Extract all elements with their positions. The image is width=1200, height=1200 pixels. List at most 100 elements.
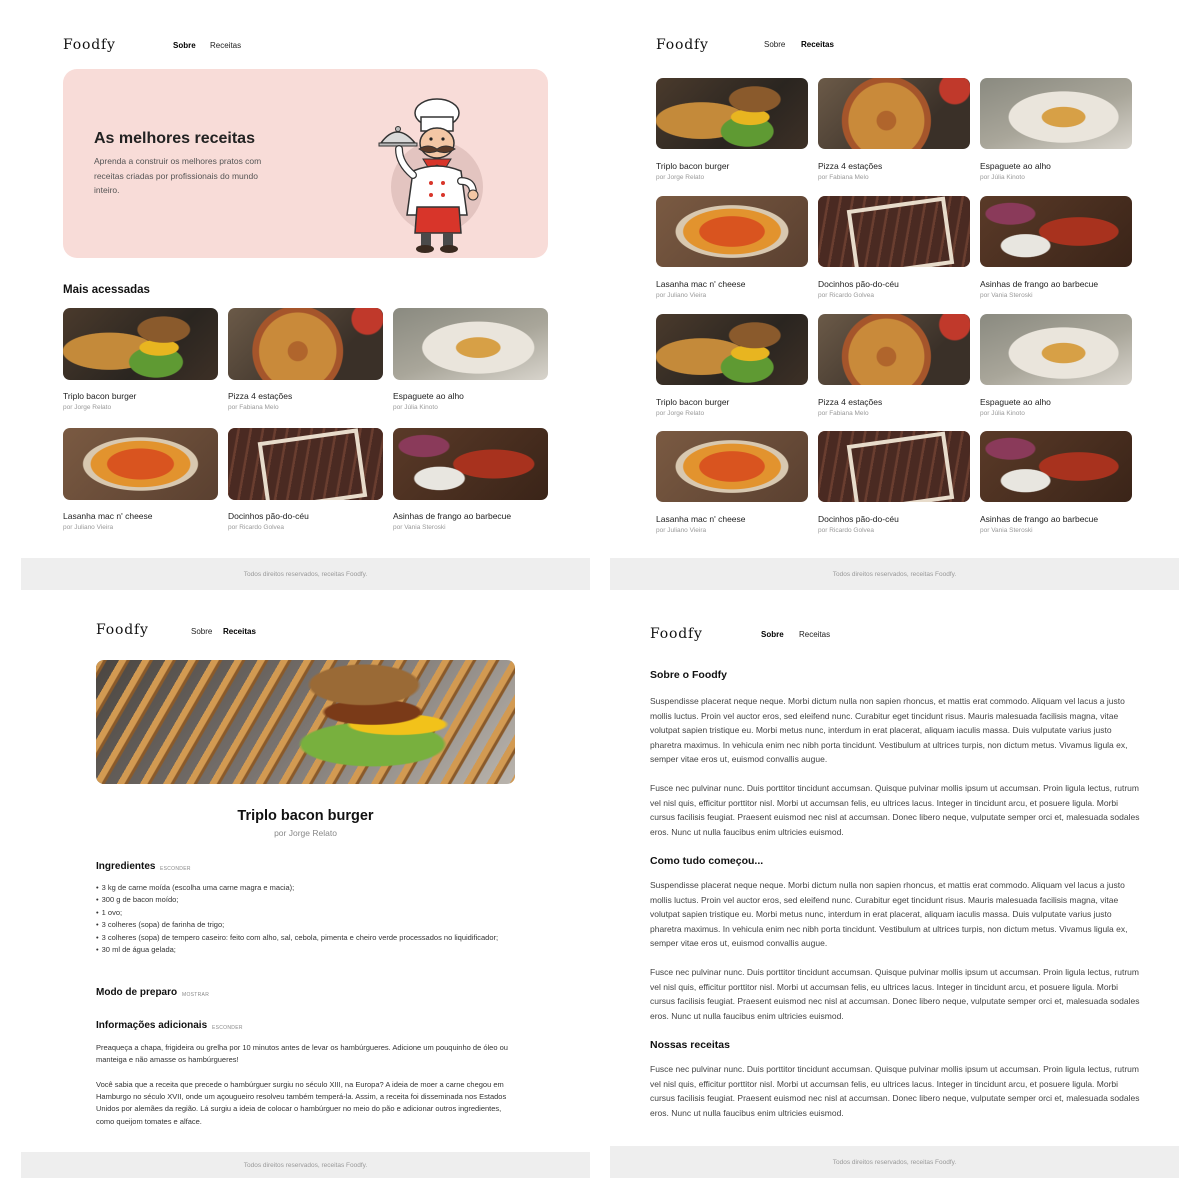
hero-title: As melhores receitas bbox=[94, 130, 255, 147]
preparation-toggle[interactable]: MOSTRAR bbox=[182, 992, 209, 998]
list-item: 30 ml de água gelada; bbox=[96, 944, 506, 956]
recipe-title: Pizza 4 estações bbox=[818, 397, 883, 407]
recipe-author: por Jorge Relato bbox=[274, 828, 337, 838]
recipe-title: Asinhas de frango ao barbecue bbox=[393, 511, 512, 521]
recipe-title: Asinhas de frango ao barbecue bbox=[980, 514, 1099, 524]
recipe-author: por Fabiana Melo bbox=[818, 410, 869, 417]
recipe-card[interactable]: Triplo bacon burger por Jorge Relato bbox=[656, 314, 808, 417]
about-page: Foodfy Sobre Receitas Sobre o Foodfy Sus… bbox=[610, 610, 1179, 1178]
preparation-heading: Modo de preparo bbox=[96, 987, 178, 998]
recipe-card[interactable]: Triplo bacon burger por Jorge Relato bbox=[63, 308, 218, 411]
our-recipes-paragraph: Fusce nec pulvinar nunc. Duis porttitor … bbox=[650, 1064, 1140, 1118]
recipe-author: por Vania Steroski bbox=[393, 524, 446, 531]
recipe-author: por Vania Steroski bbox=[980, 527, 1033, 534]
ingredients-list: 3 kg de carne moída (escolha uma carne m… bbox=[96, 882, 506, 956]
recipe-author: por Jorge Relato bbox=[63, 404, 112, 411]
recipe-image bbox=[393, 308, 548, 380]
footer: Todos direitos reservados, receitas Food… bbox=[610, 1146, 1179, 1178]
recipe-image bbox=[818, 196, 970, 267]
history-paragraph: Fusce nec pulvinar nunc. Duis porttitor … bbox=[650, 967, 1140, 1021]
recipe-card[interactable]: Lasanha mac n' cheese por Juliano Vieira bbox=[656, 196, 808, 299]
recipe-image bbox=[980, 78, 1132, 149]
recipe-card[interactable]: Asinhas de frango ao barbecue por Vania … bbox=[393, 428, 548, 531]
nav-recipes-link[interactable]: Receitas bbox=[223, 627, 256, 636]
recipe-author: por Fabiana Melo bbox=[228, 404, 279, 411]
recipe-author: por Júlia Kinoto bbox=[980, 410, 1025, 417]
recipe-card[interactable]: Docinhos pão-do-céu por Ricardo Golvea bbox=[228, 428, 383, 531]
about-heading: Sobre o Foodfy bbox=[650, 669, 727, 681]
ingredients-heading: Ingredientes bbox=[96, 861, 156, 872]
recipe-author: por Ricardo Golvea bbox=[818, 292, 874, 299]
recipe-card[interactable]: Triplo bacon burger por Jorge Relato bbox=[656, 78, 808, 181]
recipe-image bbox=[656, 431, 808, 502]
footer: Todos direitos reservados, receitas Food… bbox=[610, 558, 1179, 590]
recipe-author: por Vania Steroski bbox=[980, 292, 1033, 299]
about-paragraph: Fusce nec pulvinar nunc. Duis porttitor … bbox=[650, 783, 1140, 837]
recipe-card[interactable]: Lasanha mac n' cheese por Juliano Vieira bbox=[63, 428, 218, 531]
nav-recipes-link[interactable]: Receitas bbox=[799, 630, 830, 639]
nav-about-link[interactable]: Sobre bbox=[191, 627, 212, 636]
recipe-card[interactable]: Espaguete ao alho por Júlia Kinoto bbox=[393, 308, 548, 411]
logo[interactable]: Foodfy bbox=[656, 37, 709, 53]
additional-info-heading: Informações adicionais bbox=[96, 1020, 208, 1031]
logo[interactable]: Foodfy bbox=[63, 37, 116, 53]
history-paragraph: Suspendisse placerat neque neque. Morbi … bbox=[650, 880, 1128, 949]
recipe-author: por Juliano Vieira bbox=[63, 524, 114, 531]
recipe-card[interactable]: Pizza 4 estações por Fabiana Melo bbox=[228, 308, 383, 411]
list-item: 3 colheres (sopa) de farinha de trigo; bbox=[96, 919, 506, 931]
logo[interactable]: Foodfy bbox=[650, 626, 703, 642]
recipe-image bbox=[656, 196, 808, 267]
recipe-detail-page: Foodfy Sobre Receitas Triplo bacon burge… bbox=[21, 610, 590, 1178]
recipe-author: por Júlia Kinoto bbox=[980, 174, 1025, 181]
nav-recipes-link[interactable]: Receitas bbox=[210, 41, 241, 50]
chef-illustration bbox=[378, 98, 483, 253]
recipe-card[interactable]: Asinhas de frango ao barbecue por Vania … bbox=[980, 431, 1132, 534]
list-item: 3 kg de carne moída (escolha uma carne m… bbox=[96, 882, 506, 894]
recipe-title: Docinhos pão-do-céu bbox=[818, 279, 899, 289]
recipe-title: Pizza 4 estações bbox=[818, 161, 883, 171]
recipe-title: Triplo bacon burger bbox=[656, 161, 730, 171]
nav-about-link[interactable]: Sobre bbox=[764, 40, 785, 49]
recipe-card[interactable]: Lasanha mac n' cheese por Juliano Vieira bbox=[656, 431, 808, 534]
recipe-author: por Juliano Vieira bbox=[656, 527, 707, 534]
recipe-author: por Ricardo Golvea bbox=[228, 524, 284, 531]
nav-recipes-link[interactable]: Receitas bbox=[801, 40, 834, 49]
hero-text: Aprenda a construir os melhores pratos c… bbox=[94, 156, 262, 195]
recipe-image bbox=[63, 428, 218, 500]
recipe-card[interactable]: Docinhos pão-do-céu por Ricardo Golvea bbox=[818, 196, 970, 299]
recipe-image bbox=[228, 308, 383, 380]
recipe-image bbox=[980, 314, 1132, 385]
recipe-author: por Juliano Vieira bbox=[656, 292, 707, 299]
recipe-card[interactable]: Docinhos pão-do-céu por Ricardo Golvea bbox=[818, 431, 970, 534]
recipe-title: Lasanha mac n' cheese bbox=[656, 514, 746, 524]
recipe-title: Espaguete ao alho bbox=[980, 397, 1051, 407]
recipe-image bbox=[63, 308, 218, 380]
home-page: Foodfy Sobre Receitas As melhores receit… bbox=[21, 22, 590, 590]
recipe-title: Docinhos pão-do-céu bbox=[818, 514, 899, 524]
recipe-title: Lasanha mac n' cheese bbox=[656, 279, 746, 289]
recipe-title: Triplo bacon burger bbox=[63, 391, 137, 401]
hero-banner: As melhores receitas Aprenda a construir… bbox=[63, 69, 548, 258]
recipe-title: Espaguete ao alho bbox=[980, 161, 1051, 171]
nav-about-link[interactable]: Sobre bbox=[761, 630, 784, 639]
section-title-most-accessed: Mais acessadas bbox=[63, 284, 150, 296]
recipe-author: por Júlia Kinoto bbox=[393, 404, 438, 411]
recipe-card[interactable]: Espaguete ao alho por Júlia Kinoto bbox=[980, 78, 1132, 181]
recipe-image bbox=[980, 196, 1132, 267]
about-paragraph: Suspendisse placerat neque neque. Morbi … bbox=[650, 696, 1128, 765]
additional-info-paragraph: Você sabia que a receita que precede o h… bbox=[96, 1080, 507, 1126]
recipe-image bbox=[818, 78, 970, 149]
list-item: 300 g de bacon moído; bbox=[96, 894, 506, 906]
recipe-author: por Fabiana Melo bbox=[818, 174, 869, 181]
recipe-title: Asinhas de frango ao barbecue bbox=[980, 279, 1099, 289]
recipe-card[interactable]: Espaguete ao alho por Júlia Kinoto bbox=[980, 314, 1132, 417]
recipe-card[interactable]: Pizza 4 estações por Fabiana Melo bbox=[818, 314, 970, 417]
recipe-author: por Jorge Relato bbox=[656, 410, 705, 417]
nav-about-link[interactable]: Sobre bbox=[173, 41, 196, 50]
recipe-card[interactable]: Pizza 4 estações por Fabiana Melo bbox=[818, 78, 970, 181]
additional-info-toggle[interactable]: ESCONDER bbox=[212, 1025, 243, 1031]
recipe-card[interactable]: Asinhas de frango ao barbecue por Vania … bbox=[980, 196, 1132, 299]
ingredients-toggle[interactable]: ESCONDER bbox=[160, 866, 191, 872]
logo[interactable]: Foodfy bbox=[96, 622, 149, 638]
footer: Todos direitos reservados, receitas Food… bbox=[21, 1152, 590, 1178]
